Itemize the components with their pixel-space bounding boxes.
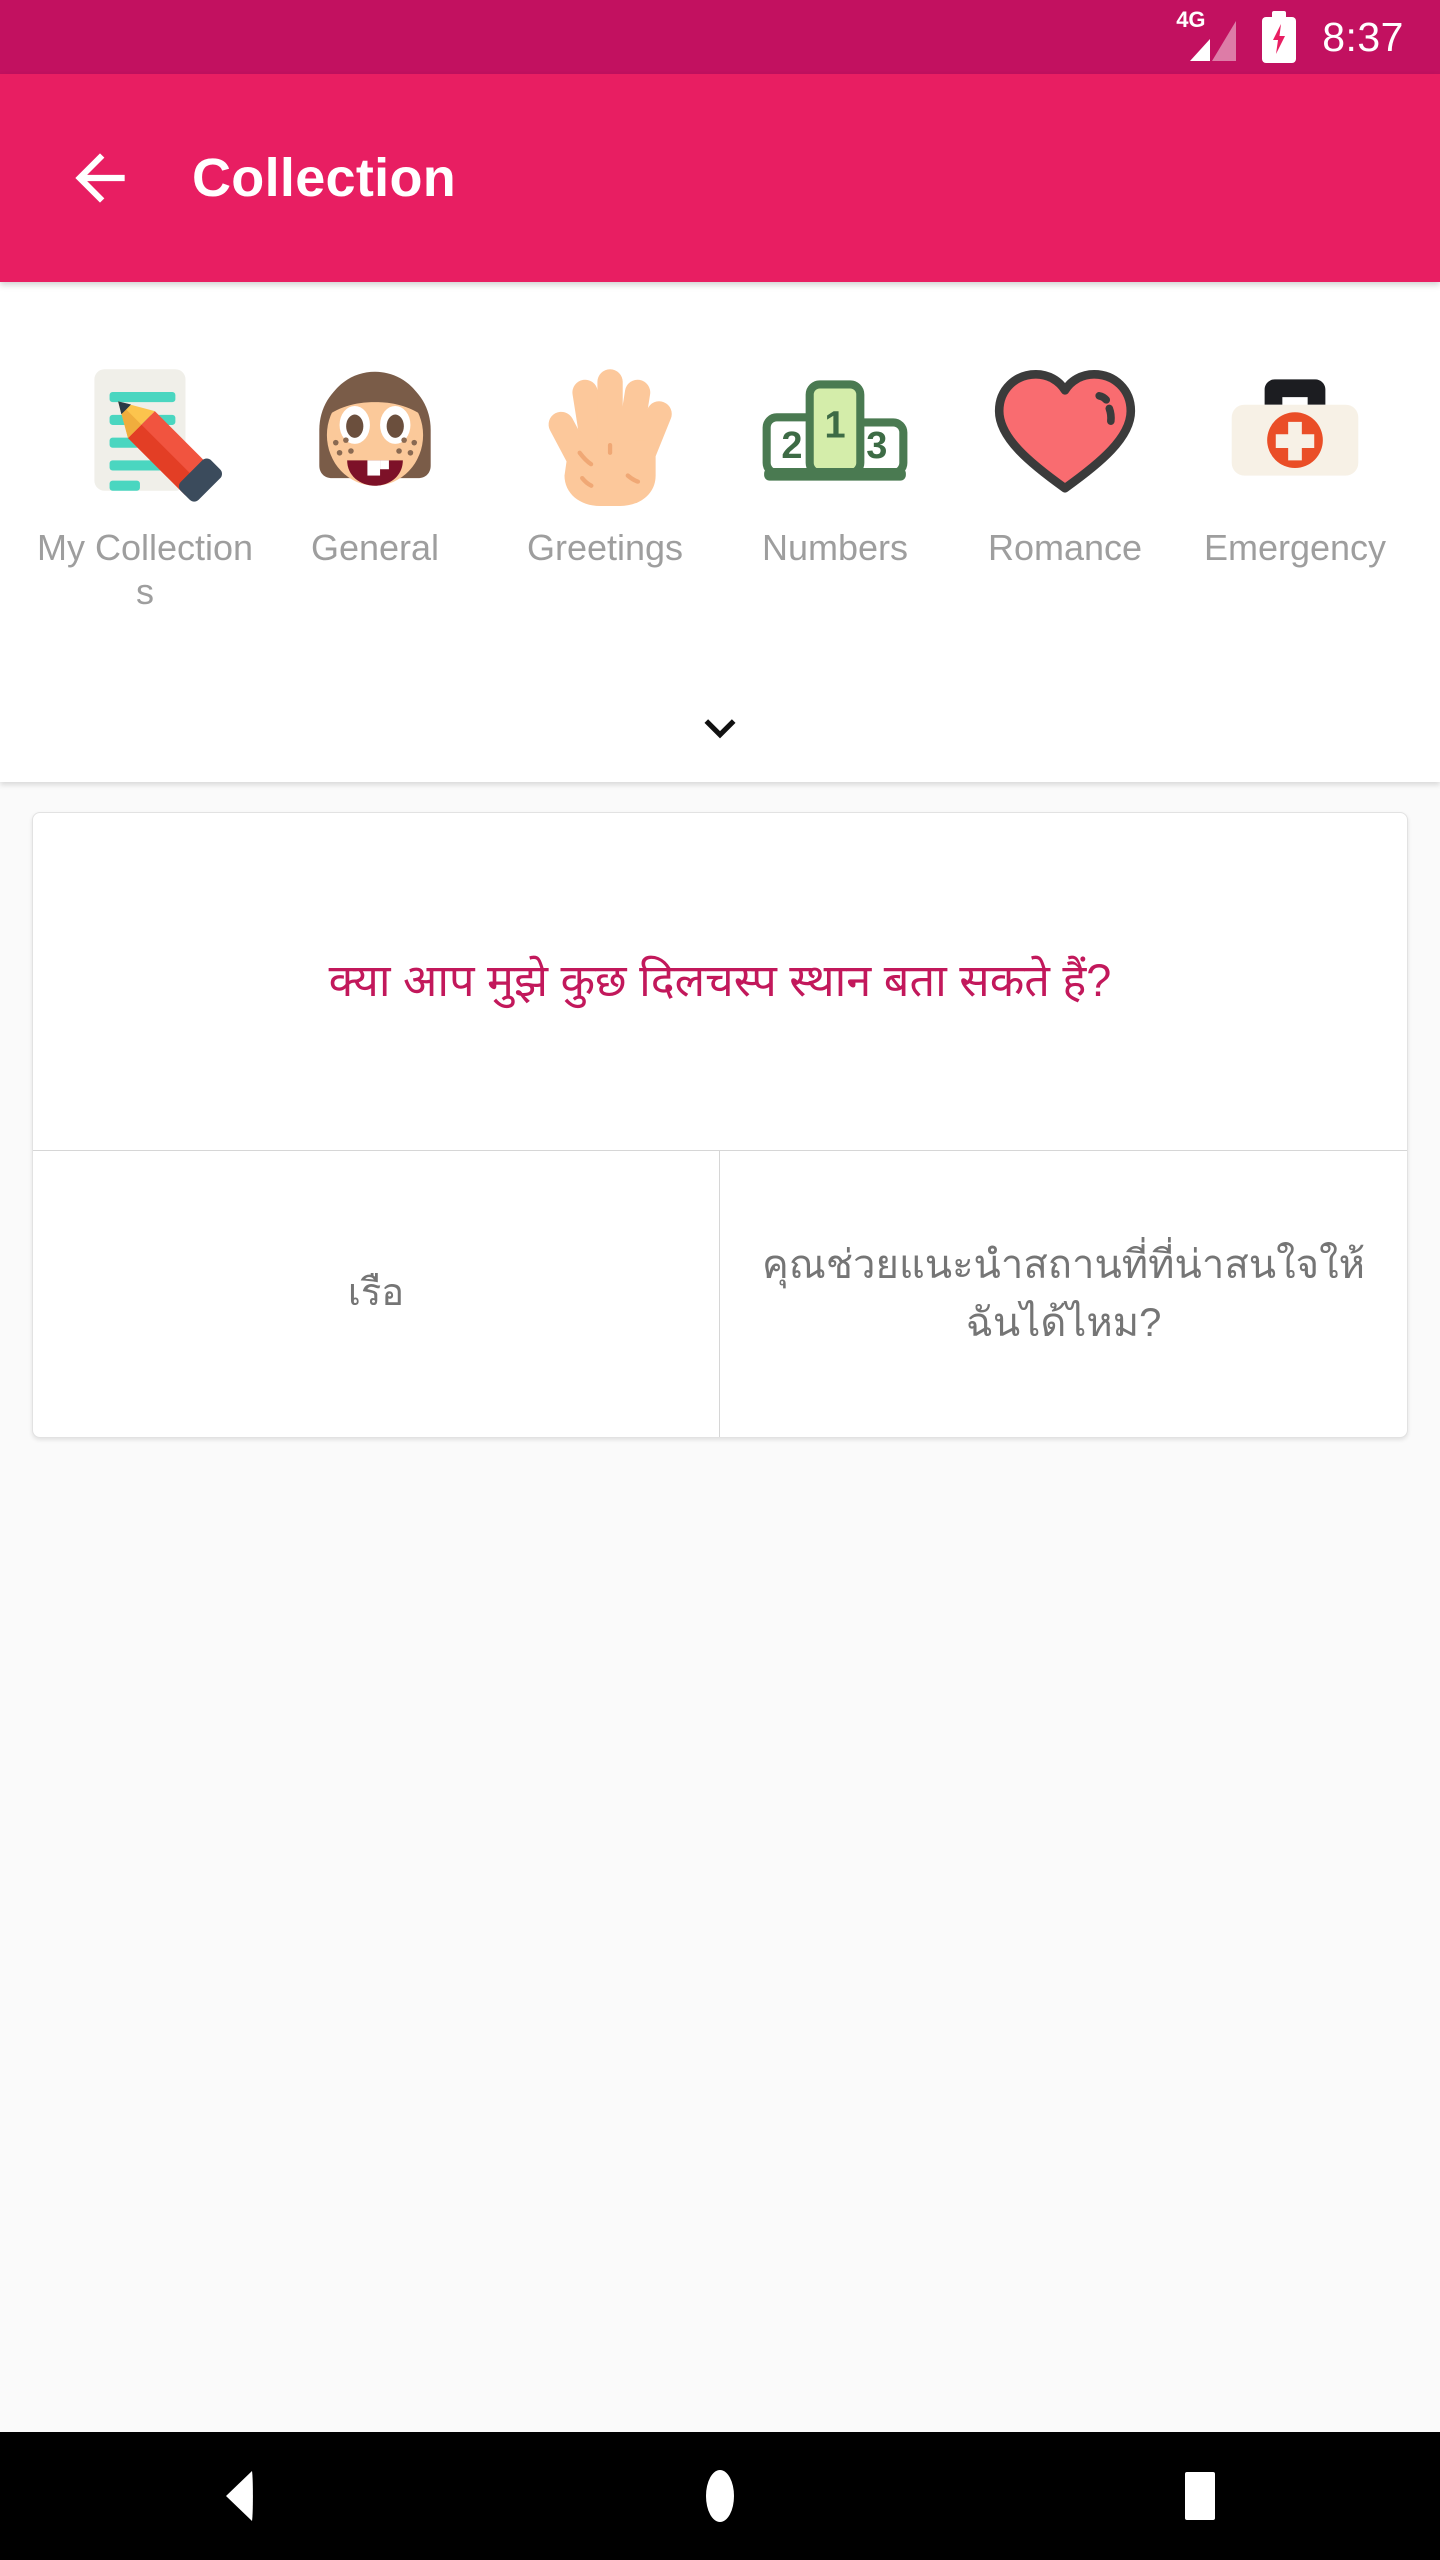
nav-home-circle-icon [706, 2470, 734, 2522]
status-bar: 4G 8:37 [0, 0, 1440, 74]
nav-recents-square-icon [1185, 2472, 1215, 2520]
category-label: General [310, 527, 440, 568]
phrase-card-translation-row: เรือ คุณช่วยแนะนำสถานที่ที่น่าสนใจให้ฉัน… [33, 1151, 1407, 1437]
category-row: My Collections General Greetings 2 1 3 N… [0, 282, 1440, 614]
expand-categories-button[interactable] [0, 674, 1440, 782]
translation-cell-right[interactable]: คุณช่วยแนะนำสถานที่ที่น่าสนใจให้ฉันได้ไห… [720, 1151, 1407, 1437]
android-navigation-bar [0, 2432, 1440, 2560]
first-aid-kit-icon [1209, 344, 1381, 516]
category-label: Greetings [526, 527, 684, 568]
category-item-numbers[interactable]: 2 1 3 Numbers [720, 344, 950, 570]
nav-recents-button[interactable] [1110, 2432, 1290, 2560]
signal-triangle-shape [1190, 21, 1237, 61]
category-item-romance[interactable]: Romance [950, 344, 1180, 570]
phrase-card[interactable]: क्या आप मुझे कुछ दिलचस्प स्थान बता सकते … [32, 812, 1408, 1438]
memo-pencil-icon [59, 344, 231, 516]
svg-text:1: 1 [824, 405, 845, 447]
back-arrow-icon [75, 153, 125, 203]
phone-screen: 4G 8:37 Collection My Collections Genera… [0, 0, 1440, 2560]
category-panel: My Collections General Greetings 2 1 3 N… [0, 282, 1440, 782]
category-item-greetings[interactable]: Greetings [490, 344, 720, 570]
category-label: Numbers [761, 527, 909, 568]
charging-bolt-shape [1273, 24, 1286, 54]
category-label: Romance [987, 527, 1143, 568]
category-item-my-collections[interactable]: My Collections [30, 344, 260, 614]
translation-left-text: เรือ [347, 1272, 405, 1315]
nav-back-button[interactable] [150, 2432, 330, 2560]
battery-charging-icon [1262, 11, 1297, 63]
nav-back-triangle-icon [226, 2471, 253, 2521]
clock-label: 8:37 [1322, 13, 1404, 60]
phrase-card-headline-area: क्या आप मुझे कुछ दिलचस्प स्थान बता सकते … [33, 813, 1407, 1150]
category-item-general[interactable]: General [260, 344, 490, 570]
svg-text:2: 2 [781, 425, 802, 467]
podium-123-icon: 2 1 3 [749, 344, 921, 516]
app-bar: Collection [0, 74, 1440, 282]
open-hand-icon [519, 344, 691, 516]
phrase-headline: क्या आप मुझे कुछ दिलचस्प स्थान बता सकते … [328, 955, 1112, 1007]
nav-home-button[interactable] [630, 2432, 810, 2560]
girl-face-icon [289, 344, 461, 516]
heart-icon [979, 344, 1151, 516]
svg-text:3: 3 [866, 425, 887, 467]
category-item-emergency[interactable]: Emergency [1180, 344, 1410, 570]
category-label: My Collections [36, 527, 254, 612]
page-title: Collection [192, 148, 457, 208]
chevron-down-icon [704, 719, 736, 739]
translation-right-text: คุณช่วยแนะนำสถานที่ที่น่าสนใจให้ฉันได้ไห… [762, 1243, 1365, 1345]
translation-cell-left[interactable]: เรือ [33, 1151, 720, 1437]
signal-bars-icon: 4G [1176, 9, 1237, 63]
back-button[interactable] [44, 122, 156, 234]
status-bar-right-group: 4G 8:37 [1176, 9, 1404, 63]
category-label: Emergency [1203, 527, 1387, 568]
